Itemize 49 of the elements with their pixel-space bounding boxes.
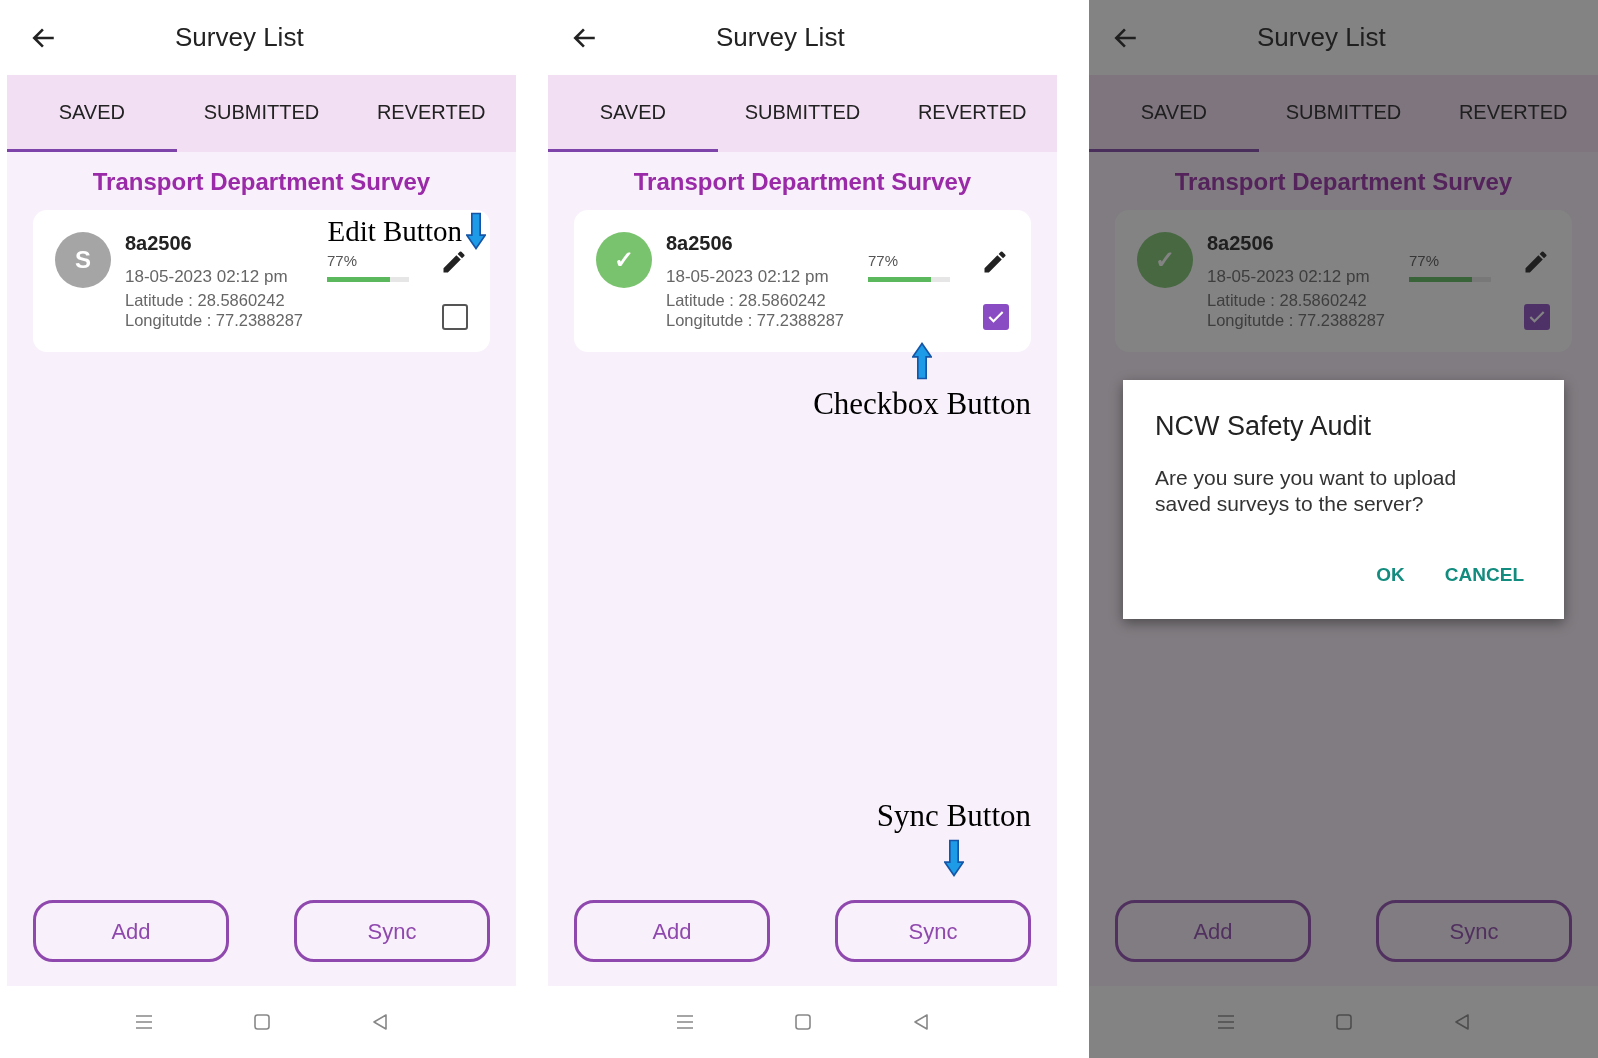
- survey-card[interactable]: S 8a2506 18-05-2023 02:12 pm Latitude : 28.5860242 Longitutde : 77.2388287 77% Edit Button: [33, 210, 490, 352]
- screen-title: Survey List: [716, 21, 845, 54]
- action-button[interactable]: Sync: [1376, 900, 1572, 962]
- dialog-button[interactable]: OK: [1368, 556, 1413, 593]
- longitude-text: Longitutde : 77.2388287: [125, 309, 303, 330]
- survey-date: 18-05-2023 02:12 pm: [666, 266, 830, 288]
- tab[interactable]: REVERTED: [346, 75, 516, 152]
- annotation-label: Checkbox Button: [813, 388, 1031, 419]
- survey-id: 8a2506: [666, 231, 734, 256]
- checkbox[interactable]: [442, 303, 468, 330]
- screen-title: Survey List: [175, 21, 304, 54]
- longitude-text: Longitutde : 77.2388287: [1207, 309, 1385, 330]
- latitude-text: Latitude : 28.5860242: [666, 289, 827, 310]
- survey-date: 18-05-2023 02:12 pm: [1207, 266, 1371, 288]
- checkbox[interactable]: [1524, 303, 1550, 330]
- latitude-text: Latitude : 28.5860242: [1207, 289, 1368, 310]
- section-title: Transport Department Survey: [1173, 167, 1514, 197]
- checkbox[interactable]: [983, 303, 1009, 330]
- annotation-label: Sync Button: [876, 800, 1031, 831]
- tab[interactable]: REVERTED: [1428, 75, 1598, 152]
- longitude-text: Longitutde : 77.2388287: [666, 309, 844, 330]
- avatar: S: [55, 232, 111, 288]
- survey-card[interactable]: ✓ 8a2506 18-05-2023 02:12 pm Latitude : 28.5860242 Longitutde : 77.2388287 77%: [574, 210, 1031, 352]
- action-button[interactable]: Add: [33, 900, 229, 962]
- latitude-text: Latitude : 28.5860242: [125, 289, 286, 310]
- section-title: Transport Department Survey: [91, 167, 432, 197]
- survey-id: 8a2506: [125, 231, 193, 256]
- annotation-label: Edit Button: [327, 216, 462, 246]
- screen-title: Survey List: [1257, 21, 1386, 54]
- survey-id: 8a2506: [1207, 231, 1275, 256]
- dialog-button[interactable]: CANCEL: [1436, 556, 1532, 593]
- action-button[interactable]: Add: [1115, 900, 1311, 962]
- dialog-title: NCW Safety Audit: [1155, 410, 1373, 443]
- tab[interactable]: SUBMITTED: [717, 75, 888, 152]
- section-title: Transport Department Survey: [632, 167, 973, 197]
- tab[interactable]: SUBMITTED: [176, 75, 347, 152]
- progress-percent: 77%: [1409, 251, 1441, 271]
- progress-percent: 77%: [327, 251, 359, 271]
- action-button[interactable]: Sync: [294, 900, 490, 962]
- survey-date: 18-05-2023 02:12 pm: [125, 266, 289, 288]
- avatar: ✓: [596, 232, 652, 288]
- avatar: ✓: [1137, 232, 1193, 288]
- dialog-message: Are you sure you want to upload saved surveys to the server?: [1155, 464, 1458, 517]
- progress-percent: 77%: [868, 251, 900, 271]
- survey-card[interactable]: ✓ 8a2506 18-05-2023 02:12 pm Latitude : 28.5860242 Longitutde : 77.2388287 77%: [1115, 210, 1572, 352]
- tab[interactable]: REVERTED: [887, 75, 1057, 152]
- action-button[interactable]: Add: [574, 900, 770, 962]
- tab[interactable]: SUBMITTED: [1258, 75, 1429, 152]
- action-button[interactable]: Sync: [835, 900, 1031, 962]
